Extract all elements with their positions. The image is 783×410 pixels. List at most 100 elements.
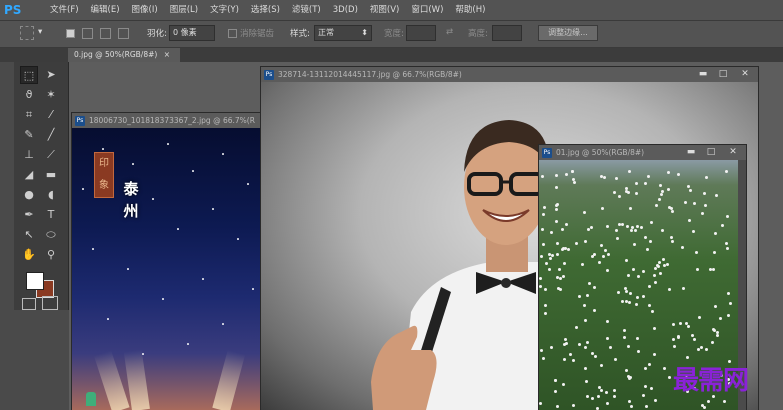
close-button[interactable]: ✕ <box>724 147 742 158</box>
flower-texture <box>689 189 692 192</box>
pen-tool-icon[interactable]: ✒ <box>20 206 38 224</box>
flower-texture <box>545 262 548 265</box>
flower-texture <box>660 193 663 196</box>
ellipse-tool-icon[interactable]: ⬭ <box>42 226 60 244</box>
flower-texture <box>672 323 675 326</box>
flower-texture <box>554 379 557 382</box>
flower-texture <box>672 338 675 341</box>
menu-filter[interactable]: 滤镜(T) <box>286 0 327 20</box>
eraser-tool-icon[interactable]: ◢ <box>20 166 38 184</box>
refine-edge-button[interactable]: 调整边缘... <box>538 25 598 41</box>
magic-wand-tool-icon[interactable]: ✶ <box>42 86 60 104</box>
menu-3d[interactable]: 3D(D) <box>327 0 364 20</box>
flower-texture <box>600 244 603 247</box>
menu-image[interactable]: 图像(I) <box>126 0 164 20</box>
tab-active-document[interactable]: 0.jpg @ 50%(RGB/8#) × <box>68 48 180 62</box>
marquee-tool-preset-icon[interactable] <box>20 26 34 40</box>
hand-tool-icon[interactable]: ✋ <box>20 246 38 264</box>
history-brush-tool-icon[interactable]: ⟋ <box>42 146 60 164</box>
flower-texture <box>556 405 559 408</box>
flower-texture <box>711 341 714 344</box>
flower-texture <box>651 310 654 313</box>
flower-texture <box>630 229 633 232</box>
path-selection-tool-icon[interactable]: ↖ <box>20 226 38 244</box>
menu-view[interactable]: 视图(V) <box>364 0 405 20</box>
flower-texture <box>659 184 662 187</box>
type-tool-icon[interactable]: T <box>42 206 60 224</box>
flower-texture <box>578 295 581 298</box>
height-input[interactable] <box>492 25 522 41</box>
tab-close-icon[interactable]: × <box>164 50 170 59</box>
menu-select[interactable]: 选择(S) <box>245 0 286 20</box>
healing-brush-tool-icon[interactable]: ✎ <box>20 126 38 144</box>
menu-file[interactable]: 文件(F) <box>44 0 85 20</box>
flower-texture <box>629 376 632 379</box>
crop-tool-icon[interactable]: ⌗ <box>20 106 38 124</box>
menu-type[interactable]: 文字(Y) <box>204 0 245 20</box>
menu-window[interactable]: 窗口(W) <box>405 0 449 20</box>
flower-texture <box>715 194 718 197</box>
flower-texture <box>648 363 651 366</box>
menu-edit[interactable]: 编辑(E) <box>85 0 126 20</box>
zoom-tool-icon[interactable]: ⚲ <box>42 246 60 264</box>
flower-texture <box>687 325 690 328</box>
flower-texture <box>559 277 562 280</box>
flower-texture <box>635 303 638 306</box>
flower-texture <box>705 348 708 351</box>
select-arrows-icon: ⬍ <box>361 28 368 37</box>
doc1-titlebar[interactable]: Ps 18006730_101818373367_2.jpg @ 66.7%(R <box>72 113 267 128</box>
flower-texture <box>625 190 628 193</box>
flower-texture <box>626 225 629 228</box>
restore-button[interactable]: □ <box>714 69 732 80</box>
doc3-titlebar[interactable]: Ps 01.jpg @ 50%(RGB/8#) ▬ □ ✕ <box>539 145 746 160</box>
flower-texture <box>606 337 609 340</box>
document-window-1[interactable]: Ps 18006730_101818373367_2.jpg @ 66.7%(R … <box>72 113 267 410</box>
flower-texture <box>609 346 612 349</box>
flower-texture <box>695 251 698 254</box>
flower-texture <box>644 236 647 239</box>
subtract-selection-icon[interactable] <box>100 28 111 39</box>
flower-texture <box>600 389 603 392</box>
dodge-tool-icon[interactable]: ◖ <box>42 186 60 204</box>
flower-texture <box>685 322 688 325</box>
intersect-selection-icon[interactable] <box>118 28 129 39</box>
flower-texture <box>628 170 631 173</box>
restore-button[interactable]: □ <box>702 147 720 158</box>
close-button[interactable]: ✕ <box>736 69 754 80</box>
move-tool-icon[interactable]: ➤ <box>42 66 60 84</box>
doc2-titlebar[interactable]: Ps 328714-13112014445117.jpg @ 66.7%(RGB/… <box>261 67 758 82</box>
new-selection-icon[interactable] <box>66 29 75 38</box>
minimize-button[interactable]: ▬ <box>682 147 700 158</box>
rectangular-marquee-tool-icon[interactable]: ⬚ <box>20 66 38 84</box>
dropdown-arrow-icon[interactable]: ▾ <box>38 27 42 37</box>
menu-help[interactable]: 帮助(H) <box>449 0 491 20</box>
flower-texture <box>565 223 568 226</box>
antialias-checkbox[interactable] <box>228 29 237 38</box>
flower-texture <box>648 304 651 307</box>
flower-texture <box>698 316 701 319</box>
eyedropper-tool-icon[interactable]: ⁄ <box>42 106 60 124</box>
flower-texture <box>584 240 587 243</box>
menu-layer[interactable]: 图层(L) <box>164 0 204 20</box>
flower-texture <box>709 268 712 271</box>
flower-texture <box>686 356 689 359</box>
add-to-selection-icon[interactable] <box>82 28 93 39</box>
minimize-button[interactable]: ▬ <box>694 69 712 80</box>
foreground-color-swatch[interactable] <box>26 272 44 290</box>
gradient-tool-icon[interactable]: ▬ <box>42 166 60 184</box>
lasso-tool-icon[interactable]: ϑ <box>20 86 38 104</box>
clone-stamp-tool-icon[interactable]: ⊥ <box>20 146 38 164</box>
flower-texture <box>628 400 631 403</box>
swap-icon[interactable]: ⇄ <box>446 27 453 37</box>
feather-input[interactable]: 0 像素 <box>169 25 215 41</box>
width-input[interactable] <box>406 25 436 41</box>
menu-items: 文件(F) 编辑(E) 图像(I) 图层(L) 文字(Y) 选择(S) 滤镜(T… <box>44 0 491 20</box>
quick-mask-icon[interactable] <box>22 298 36 310</box>
brush-tool-icon[interactable]: ╱ <box>42 126 60 144</box>
blur-tool-icon[interactable]: ● <box>20 186 38 204</box>
style-select[interactable]: 正常 ⬍ <box>314 25 372 41</box>
flower-texture <box>565 173 568 176</box>
seal-stamp: 印象 <box>94 152 114 198</box>
flower-texture <box>701 404 704 407</box>
screen-mode-icon[interactable] <box>42 296 58 310</box>
